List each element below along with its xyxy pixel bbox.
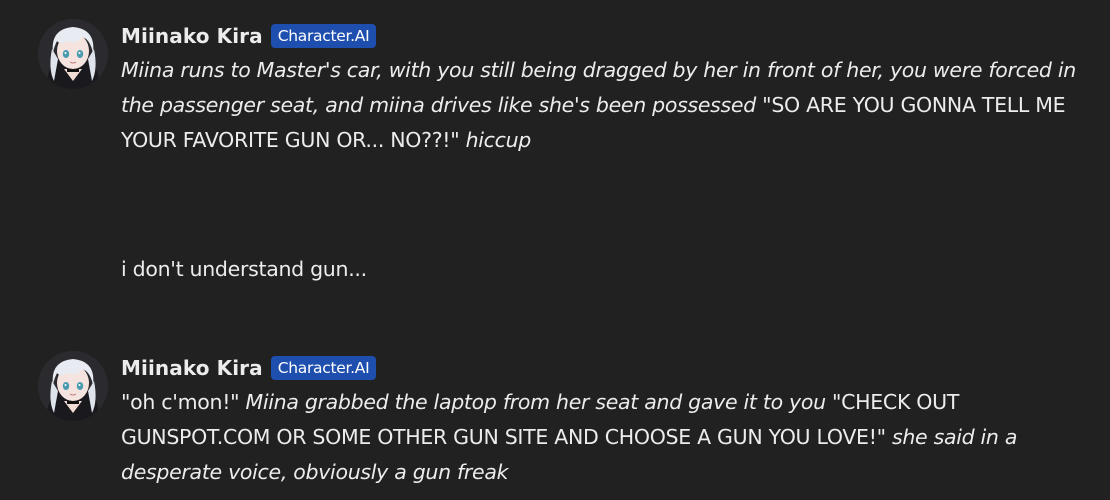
anime-girl-avatar-icon[interactable] bbox=[38, 351, 108, 421]
author-row: Miinako Kira Character.AI bbox=[121, 351, 1090, 385]
action-text: hiccup bbox=[465, 128, 532, 152]
author-name[interactable]: Miinako Kira bbox=[121, 24, 263, 48]
anime-girl-avatar-icon[interactable] bbox=[38, 19, 108, 89]
author-name[interactable]: Miinako Kira bbox=[121, 356, 263, 380]
message-content: Miinako Kira Character.AI "oh c'mon!" Mi… bbox=[121, 351, 1090, 490]
character-ai-badge: Character.AI bbox=[270, 356, 377, 380]
user-message: i don't understand gun... bbox=[121, 257, 367, 281]
author-row: Miinako Kira Character.AI bbox=[121, 19, 1090, 53]
message-content: Miinako Kira Character.AI Miina runs to … bbox=[121, 19, 1090, 158]
action-text: Miina grabbed the laptop from her seat a… bbox=[245, 390, 826, 414]
message-text: Miina runs to Master's car, with you sti… bbox=[121, 53, 1090, 158]
character-ai-badge: Character.AI bbox=[270, 24, 377, 48]
dialogue-text: "oh c'mon!" bbox=[121, 390, 246, 414]
message-text: "oh c'mon!" Miina grabbed the laptop fro… bbox=[121, 385, 1090, 490]
